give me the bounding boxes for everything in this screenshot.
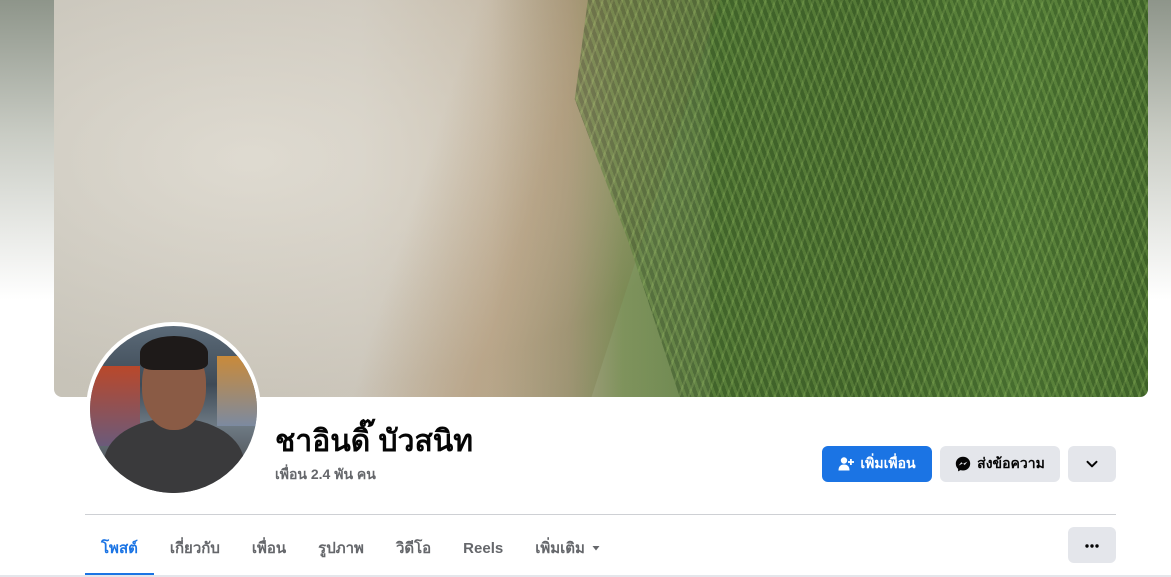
chevron-down-icon	[1085, 457, 1099, 471]
caret-down-icon	[591, 540, 601, 557]
tab-label: เกี่ยวกับ	[169, 540, 220, 557]
tab-label: โพสต์	[101, 540, 138, 557]
expand-profile-button[interactable]	[1068, 446, 1116, 482]
message-label: ส่งข้อความ	[977, 455, 1045, 471]
tab-label: เพิ่มเติม	[535, 540, 585, 557]
messenger-icon	[955, 456, 971, 472]
friends-count[interactable]: เพื่อน 2.4 พัน คน	[275, 464, 376, 486]
tab-photos[interactable]: รูปภาพ	[302, 520, 380, 576]
tab-label: รูปภาพ	[318, 540, 364, 557]
ellipsis-icon	[1084, 536, 1100, 554]
add-friend-button[interactable]: เพิ่มเพื่อน	[822, 446, 932, 482]
add-friend-label: เพิ่มเพื่อน	[860, 455, 916, 471]
avatar-background-right	[217, 356, 257, 426]
tab-friends[interactable]: เพื่อน	[236, 520, 302, 576]
tab-label: วิดีโอ	[395, 540, 432, 557]
avatar	[90, 326, 257, 493]
tab-videos[interactable]: วิดีโอ	[380, 520, 447, 576]
tab-label: เพื่อน	[251, 540, 287, 557]
avatar-hair	[140, 336, 208, 370]
profile-name: ชาอินดิ๊ บัวสนิท	[275, 425, 474, 458]
message-button[interactable]: ส่งข้อความ	[940, 446, 1060, 482]
tab-more[interactable]: เพิ่มเติม	[519, 520, 617, 576]
tab-reels[interactable]: Reels	[447, 520, 519, 576]
more-options-button[interactable]	[1068, 527, 1116, 563]
profile-tabs: โพสต์ เกี่ยวกับ เพื่อน รูปภาพ วิดีโอ Ree…	[85, 520, 617, 576]
tab-about[interactable]: เกี่ยวกับ	[154, 520, 236, 576]
tab-label: Reels	[463, 539, 504, 557]
header-divider	[85, 514, 1116, 515]
user-plus-icon	[838, 456, 855, 472]
profile-picture[interactable]	[86, 322, 261, 497]
tab-posts[interactable]: โพสต์	[85, 520, 154, 576]
